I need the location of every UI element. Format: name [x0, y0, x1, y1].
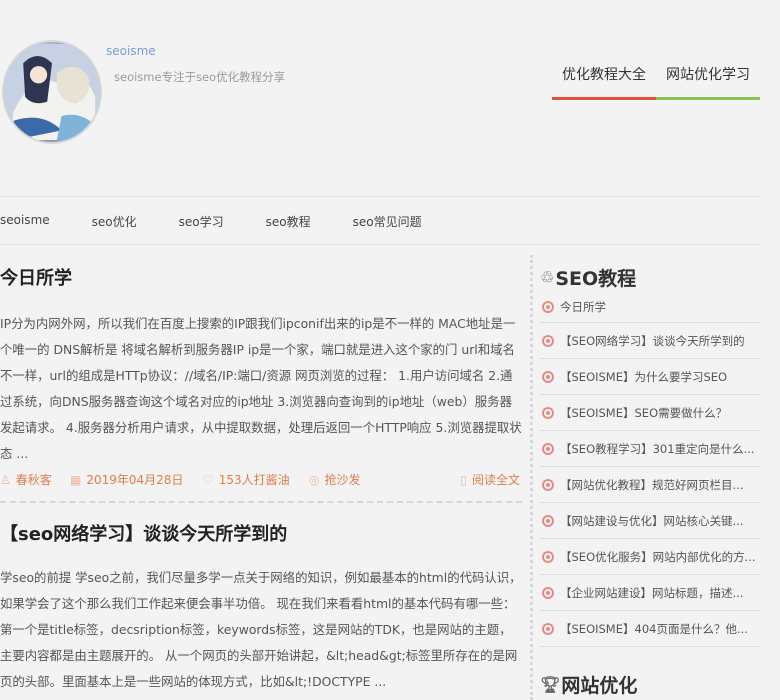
post-likes[interactable]: ♡ 153人打酱油: [203, 471, 290, 488]
sidebar-section-heading: ♲ SEO教程: [540, 262, 760, 292]
nav-divider: [0, 244, 760, 245]
sidebar-list-item-label: 【SEO网络学习】谈谈今天所学到的: [560, 333, 745, 348]
post-comments[interactable]: ◎ 抢沙发: [309, 471, 361, 488]
topnav-underline-red: [552, 97, 656, 100]
category-navigation: seoisme seo优化 seo学习 seo教程 seo常见问题: [0, 213, 464, 230]
sidebar-list-item[interactable]: 今日所学: [540, 292, 760, 323]
bullet-icon: [542, 586, 554, 599]
sidebar-list-item[interactable]: 【SEO优化服务】网站内部优化的方...: [540, 539, 760, 575]
bullet-icon: [542, 370, 554, 383]
top-navigation: 优化教程大全 网站优化学习: [552, 60, 760, 100]
avatar-illustration: [4, 44, 100, 140]
sidebar-section-title: 网站优化: [561, 674, 638, 697]
site-name-link[interactable]: seoisme: [106, 44, 156, 58]
site-description: seoisme专注于seo优化教程分享: [114, 70, 286, 84]
read-more-link[interactable]: ▯ 阅读全文: [460, 471, 520, 488]
bullet-icon: [542, 514, 554, 527]
sidebar-list-item-label: 【SEO教程学习】301重定向是什么...: [560, 441, 755, 456]
bullet-icon: [542, 301, 554, 313]
sidebar-list-item-label: 【网站建设与优化】网站核心关键...: [560, 513, 744, 528]
bullet-icon: [542, 406, 554, 419]
catnav-item-seoisme[interactable]: seoisme: [0, 213, 50, 230]
topnav-item-label: 网站优化学习: [666, 67, 750, 83]
sidebar-list-item[interactable]: 【企业网站建设】网站标题，描述...: [540, 575, 760, 611]
heart-icon: ♡: [203, 473, 214, 487]
post-likes-label: 153人打酱油: [218, 473, 290, 487]
sidebar-list-item-label: 【SEOISME】SEO需要做什么？: [560, 405, 728, 420]
post-excerpt: 学seo的前提 学seo之前，我们尽量多学一点关于网络的知识，例如最基本的htm…: [0, 570, 522, 689]
topnav-item-tutorials[interactable]: 优化教程大全: [552, 60, 656, 100]
sidebar-list-item[interactable]: 【SEOISME】SEO需要做什么？: [540, 395, 760, 431]
read-more-label: 阅读全文: [471, 473, 520, 487]
post-item: 【seo网络学习】谈谈今天所学到的 学seo的前提 学seo之前，我们尽量多学一…: [0, 521, 522, 695]
bullet-icon: [542, 442, 554, 455]
bullet-icon: [542, 334, 554, 347]
sidebar-list-item-label: 【SEOISME】404页面是什么？他...: [560, 621, 748, 636]
post-title-link[interactable]: 【seo网络学习】谈谈今天所学到的: [0, 521, 522, 549]
catnav-item-seo-optimization[interactable]: seo优化: [92, 213, 137, 230]
recycle-icon: ♲: [540, 267, 555, 287]
bullet-icon: [542, 550, 554, 563]
sidebar-list-item[interactable]: 【网站优化教程】规范好网页栏目...: [540, 467, 760, 503]
trophy-icon: 🏆︎: [540, 674, 561, 694]
post-author-label: 春秋客: [15, 473, 52, 487]
post-date: ▦ 2019年04月28日: [70, 471, 183, 488]
sidebar-section-title: SEO教程: [555, 267, 637, 290]
post-date-label: 2019年04月28日: [86, 473, 184, 487]
sidebar-section-heading: 🏆︎ 网站优化: [540, 669, 760, 699]
post-item: 今日所学 IP分为内网外网，所以我们在百度上搜索的IP跟我们ipconif出来的…: [0, 265, 522, 503]
post-list: 今日所学 IP分为内网外网，所以我们在百度上搜索的IP跟我们ipconif出来的…: [0, 252, 522, 695]
post-separator: [0, 501, 522, 503]
post-excerpt: IP分为内网外网，所以我们在百度上搜索的IP跟我们ipconif出来的ip是不一…: [0, 316, 522, 461]
sidebar-list-item[interactable]: 【SEOISME】为什么要学习SEO: [540, 359, 760, 395]
bullet-icon: [542, 622, 554, 635]
topnav-underline-green: [656, 97, 760, 100]
site-avatar[interactable]: [2, 40, 102, 144]
sidebar-list-item-label: 今日所学: [560, 300, 606, 314]
post-title-link[interactable]: 今日所学: [0, 265, 522, 293]
sidebar-divider: [530, 255, 533, 700]
bullet-icon: [542, 478, 554, 491]
comment-icon: ◎: [309, 473, 320, 487]
topnav-item-optimization[interactable]: 网站优化学习: [656, 60, 760, 100]
sidebar-list-item-label: 【SEO优化服务】网站内部优化的方...: [560, 549, 756, 564]
header-divider: [0, 196, 760, 197]
document-icon: ▯: [460, 473, 467, 487]
sidebar: ♲ SEO教程 今日所学 【SEO网络学习】谈谈今天所学到的 【SEOISME】…: [540, 262, 760, 699]
sidebar-list-item[interactable]: 【SEO教程学习】301重定向是什么...: [540, 431, 760, 467]
sidebar-list-item[interactable]: 【SEO网络学习】谈谈今天所学到的: [540, 323, 760, 359]
sidebar-list-item[interactable]: 【网站建设与优化】网站核心关键...: [540, 503, 760, 539]
topnav-item-label: 优化教程大全: [562, 67, 646, 83]
post-meta: ♙ 春秋客 ▦ 2019年04月28日 ♡ 153人打酱油 ◎ 抢沙发 ▯ 阅读全文: [0, 471, 522, 495]
sidebar-list-item-label: 【企业网站建设】网站标题，描述...: [560, 585, 744, 600]
user-icon: ♙: [0, 473, 11, 487]
sidebar-list-item[interactable]: 【SEOISME】404页面是什么？他...: [540, 611, 760, 647]
sidebar-article-list: 今日所学 【SEO网络学习】谈谈今天所学到的 【SEOISME】为什么要学习SE…: [540, 292, 760, 647]
catnav-item-seo-faq[interactable]: seo常见问题: [353, 213, 422, 230]
catnav-item-seo-learning[interactable]: seo学习: [179, 213, 224, 230]
post-comments-label: 抢沙发: [324, 473, 361, 487]
post-author[interactable]: ♙ 春秋客: [0, 471, 52, 488]
sidebar-list-item-label: 【SEOISME】为什么要学习SEO: [560, 369, 728, 384]
catnav-item-seo-tutorial[interactable]: seo教程: [266, 213, 311, 230]
calendar-icon: ▦: [70, 473, 82, 487]
sidebar-list-item-label: 【网站优化教程】规范好网页栏目...: [560, 477, 744, 492]
